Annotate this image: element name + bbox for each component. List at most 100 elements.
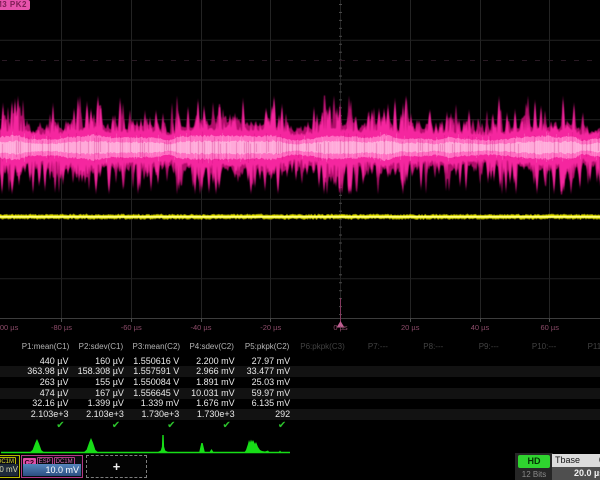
trigger-level-dash (119, 60, 124, 61)
trigger-level-dash (496, 60, 501, 61)
volts-per-div: 10.0 mV (0, 464, 18, 476)
trigger-level-dash (28, 60, 33, 61)
param-header-9: P9:--- (461, 342, 517, 352)
trigger-level-dash (158, 60, 163, 61)
param-value: 2.966 mV (183, 366, 235, 377)
param-value: 1.550084 V (127, 377, 179, 388)
center-axis-tick (339, 44, 342, 45)
time-axis-label: 0 µs (313, 323, 369, 333)
trigger-level-dash (379, 60, 384, 61)
trigger-level-dash (249, 60, 254, 61)
time-axis-tick (61, 319, 62, 323)
center-axis-tick (339, 68, 342, 69)
trigger-level-dash (431, 60, 436, 61)
center-axis-tick (339, 20, 342, 21)
trigger-level-dash (366, 60, 371, 61)
trigger-level-dash (548, 60, 553, 61)
time-axis-label: 40 µs (452, 323, 508, 333)
param-status-check: ✔ (54, 421, 68, 431)
trigger-level-dash (223, 60, 228, 61)
center-axis-tick (339, 227, 342, 228)
param-header-4[interactable]: P4:sdev(C2) (184, 342, 240, 352)
trigger-level-dash (522, 60, 527, 61)
time-axis-label: 60 µs (522, 323, 578, 333)
time-axis-tick (270, 319, 271, 323)
channel-descriptor-c1[interactable]: C1DC1M10.0 mV (0, 455, 20, 478)
param-value: 6.135 mV (238, 398, 290, 409)
trigger-level-dash (210, 60, 215, 61)
param-header-3[interactable]: P3:mean(C2) (128, 342, 184, 352)
center-axis-tick (339, 36, 342, 37)
param-header-2[interactable]: P2:sdev(C1) (73, 342, 129, 352)
trigger-level-dash (483, 60, 488, 61)
center-axis-tick (339, 12, 342, 13)
channel-descriptor-c2[interactable]: C2ESPDC1M10.0 mV (21, 455, 83, 478)
param-status-check: ✔ (109, 421, 123, 431)
trigger-level-dash (314, 60, 319, 61)
trigger-level-dash (418, 60, 423, 61)
param-header-10: P10:--- (516, 342, 572, 352)
param-value: 1.556645 V (127, 388, 179, 399)
param-header-1[interactable]: P1:mean(C1) (18, 342, 74, 352)
time-axis-label: -20 µs (243, 323, 299, 333)
trigger-level-dash (80, 60, 85, 61)
param-value: 160 µV (72, 356, 124, 367)
param-value: 155 µV (72, 377, 124, 388)
param-value: 1.676 mV (183, 398, 235, 409)
time-axis-label: -40 µs (173, 323, 229, 333)
histicon-peak (29, 439, 45, 453)
param-value: 1.557591 V (127, 366, 179, 377)
hd-mode-panel[interactable]: HD 12 Bits (515, 453, 553, 480)
param-value: 1.730e+3 (127, 409, 179, 420)
time-axis-label: -80 µs (34, 323, 90, 333)
trigger-level-dash (535, 60, 540, 61)
trigger-level-dash (171, 60, 176, 61)
time-axis-tick (480, 319, 481, 323)
timebase-value: 20.0 µs (552, 467, 600, 480)
trigger-level-dash (67, 60, 72, 61)
param-status-check: ✔ (275, 421, 289, 431)
param-header-8: P8:--- (405, 342, 461, 352)
param-value: 25.03 mV (238, 377, 290, 388)
trigger-level-dash (2, 60, 7, 61)
timebase-descriptor[interactable]: Tbase 0 20.0 µs (552, 453, 600, 480)
param-value: 440 µV (17, 356, 69, 367)
center-axis-tick (339, 274, 342, 275)
add-trace-button[interactable]: + (86, 455, 147, 478)
param-value: 2.103e+3 (72, 409, 124, 420)
trigger-level-dash (353, 60, 358, 61)
histicon-peak (244, 440, 270, 454)
param-header-6: P6:pkpk(C3) (295, 342, 351, 352)
trigger-level-dash (340, 60, 345, 61)
trace-label-badge: M3 PK2 (0, 0, 30, 10)
param-value: 2.103e+3 (17, 409, 69, 420)
trigger-level-dash (15, 60, 20, 61)
trigger-level-dash (197, 60, 202, 61)
time-axis-tick (131, 319, 132, 323)
center-axis-tick (339, 235, 342, 236)
time-axis-label: -100 µs (0, 323, 34, 333)
trigger-level-dash (288, 60, 293, 61)
center-axis-tick (339, 282, 342, 283)
trigger-level-dash (444, 60, 449, 61)
histicon-peak (83, 438, 99, 453)
trigger-level-dash (392, 60, 397, 61)
param-header-5[interactable]: P5:pkpk(C2) (239, 342, 295, 352)
center-axis-tick (339, 195, 342, 196)
time-axis-tick (549, 319, 550, 323)
center-axis-tick (339, 266, 342, 267)
param-status-check: ✔ (164, 421, 178, 431)
oscilloscope-screen: M3 PK2 -100 µs-80 µs-60 µs-40 µs-20 µs0 … (0, 0, 600, 480)
trigger-level-dash (106, 60, 111, 61)
trigger-level-dash (457, 60, 462, 61)
timebase-title: Tbase 0 (552, 454, 600, 467)
trigger-level-dash (327, 60, 332, 61)
trigger-level-dash (561, 60, 566, 61)
center-axis-tick (339, 99, 342, 100)
center-axis-tick (339, 211, 342, 212)
center-axis-tick (339, 250, 342, 251)
trigger-level-dash (132, 60, 137, 61)
trigger-level-dash (93, 60, 98, 61)
param-value: 474 µV (17, 388, 69, 399)
center-axis-tick (339, 243, 342, 244)
